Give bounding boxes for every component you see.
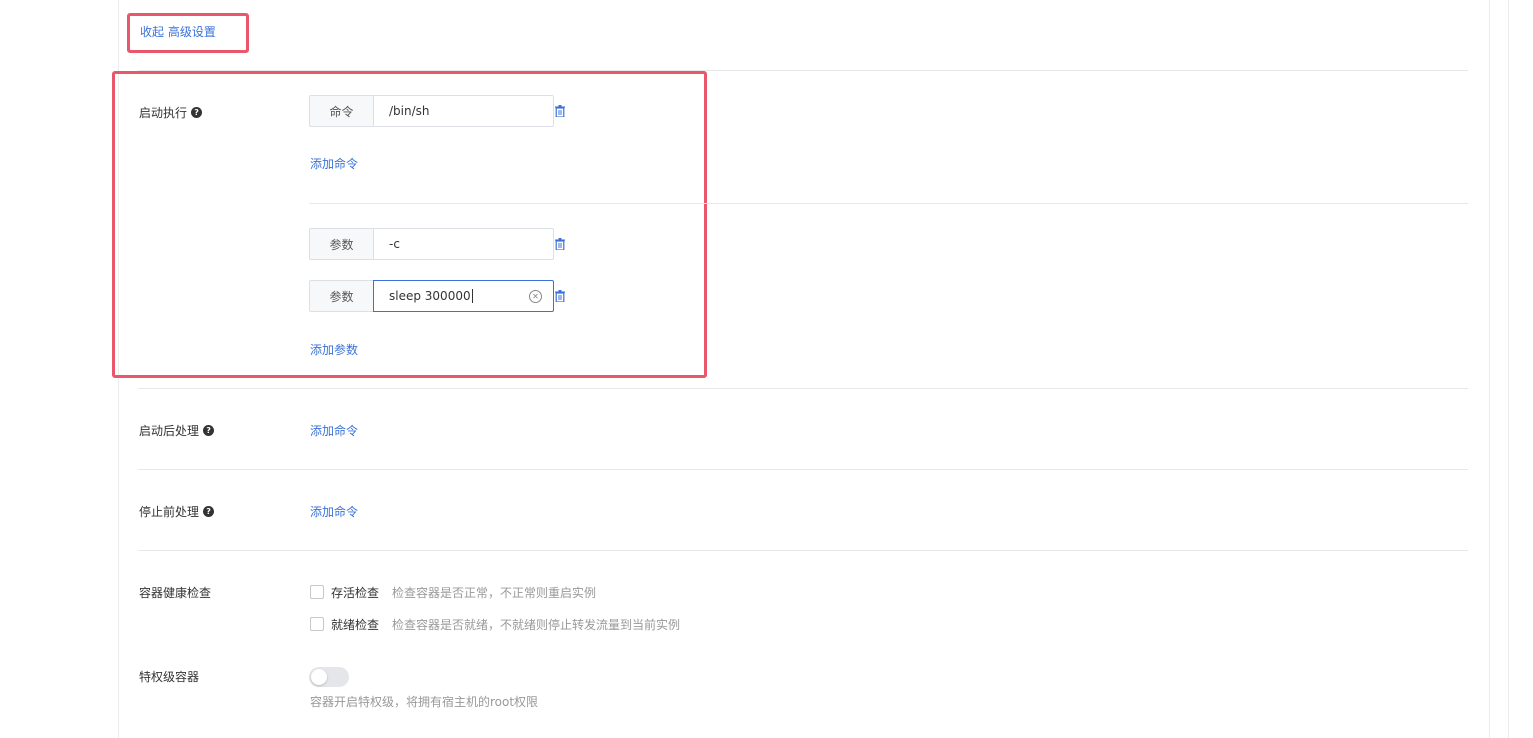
help-icon[interactable]: ? [203,425,215,436]
liveness-desc: 检查容器是否正常，不正常则重启实例 [392,586,597,600]
health-check-label: 容器健康检查 [139,586,212,600]
delete-arg-icon[interactable] [555,290,565,302]
readiness-label[interactable]: 就绪检查 [331,616,379,633]
command-input[interactable]: /bin/sh [373,95,554,127]
help-icon[interactable]: ? [191,107,203,118]
command-addon: 命令 [309,95,373,127]
arg-addon: 参数 [309,280,373,312]
post-start-label: 启动后处理 ? [139,422,215,439]
arg-value: sleep 300000 [389,289,471,303]
arg-input-group: 参数 sleep 300000 ✕ [309,280,554,312]
arg-input-group: 参数 -c [309,228,554,260]
liveness-checkbox[interactable] [310,585,324,599]
post-start-label-text: 启动后处理 [139,424,200,438]
readiness-checkbox[interactable] [310,617,324,631]
pre-stop-label: 停止前处理 ? [139,503,215,520]
divider [309,203,1468,204]
privileged-toggle[interactable] [309,667,349,687]
clear-icon[interactable]: ✕ [529,290,542,303]
text-caret [471,289,473,303]
collapse-advanced-link[interactable]: 收起 高级设置 [140,23,216,40]
pre-stop-add-command-link[interactable]: 添加命令 [310,503,358,520]
startup-exec-label-text: 启动执行 [139,106,188,120]
arg-value: -c [389,237,400,251]
liveness-label[interactable]: 存活检查 [331,584,379,601]
privileged-desc: 容器开启特权级，将拥有宿主机的root权限 [310,695,539,709]
startup-exec-label: 启动执行 ? [139,104,203,121]
toggle-knob [311,669,327,685]
scrollbar[interactable] [1508,0,1533,738]
arg-input[interactable]: -c [373,228,554,260]
post-start-add-command-link[interactable]: 添加命令 [310,422,358,439]
arg-input-focused[interactable]: sleep 300000 ✕ [373,280,554,312]
divider [138,388,1468,389]
help-icon[interactable]: ? [203,506,215,517]
command-value: /bin/sh [389,104,430,118]
add-arg-link[interactable]: 添加参数 [310,341,358,358]
delete-command-icon[interactable] [555,105,565,117]
readiness-desc: 检查容器是否就绪，不就绪则停止转发流量到当前实例 [392,618,681,632]
divider [138,550,1468,551]
divider [138,469,1468,470]
privileged-label: 特权级容器 [139,670,200,684]
pre-stop-label-text: 停止前处理 [139,505,200,519]
add-command-link[interactable]: 添加命令 [310,155,358,172]
arg-addon: 参数 [309,228,373,260]
command-input-group: 命令 /bin/sh [309,95,554,127]
delete-arg-icon[interactable] [555,238,565,250]
